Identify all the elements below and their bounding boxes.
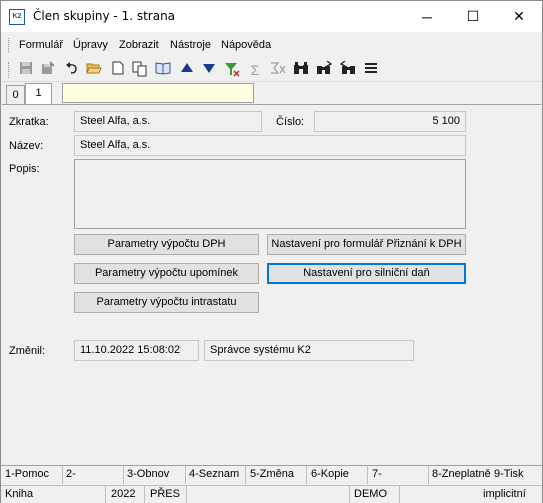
tab-caption-input[interactable] xyxy=(62,83,254,103)
status-separator xyxy=(399,486,400,503)
fkey-1[interactable]: 1-Pomoc xyxy=(5,468,49,480)
silnicni-dan-button[interactable]: Nastavení pro silniční daň xyxy=(267,263,466,284)
parametry-upominek-button[interactable]: Parametry výpočtu upomínek xyxy=(74,263,259,284)
sum-icon[interactable]: Σ xyxy=(246,61,264,79)
status-db: DEMO xyxy=(354,488,387,500)
filter-icon[interactable] xyxy=(223,61,241,79)
nazev-label: Název: xyxy=(9,140,44,152)
fkey-separator xyxy=(185,466,186,484)
status-year: 2022 xyxy=(111,488,136,500)
app-icon: K2 xyxy=(9,9,25,25)
zmenil-user-field: Správce systému K2 xyxy=(204,340,414,361)
menu-icon[interactable] xyxy=(362,61,380,79)
cislo-label: Číslo: xyxy=(276,116,305,128)
binoculars-icon[interactable] xyxy=(292,61,310,79)
status-separator xyxy=(144,486,145,503)
copy-icon[interactable] xyxy=(131,61,149,79)
zmenil-date-field: 11.10.2022 15:08:02 xyxy=(74,340,199,361)
window-title: Člen skupiny - 1. strana xyxy=(33,9,176,23)
fkey-separator xyxy=(62,466,63,484)
formula-icon[interactable] xyxy=(269,61,287,79)
fkey-separator xyxy=(367,466,368,484)
menu-nastroje[interactable]: Nástroje xyxy=(170,39,211,51)
menu-upravy[interactable]: Úpravy xyxy=(73,39,108,51)
open-folder-icon[interactable] xyxy=(85,61,103,79)
nazev-field[interactable]: Steel Alfa, a.s. xyxy=(74,135,466,156)
save-as-icon[interactable] xyxy=(39,61,57,79)
binoculars-back-icon[interactable] xyxy=(339,60,357,79)
menu-zobrazit[interactable]: Zobrazit xyxy=(119,39,159,51)
status-book: Kniha xyxy=(5,488,34,500)
parametry-dph-button[interactable]: Parametry výpočtu DPH xyxy=(74,234,259,255)
undo-icon[interactable] xyxy=(63,61,81,79)
zkratka-label: Zkratka: xyxy=(9,116,49,128)
zmenil-label: Změnil: xyxy=(9,345,46,357)
book-icon[interactable] xyxy=(154,61,172,79)
new-icon[interactable] xyxy=(109,61,127,79)
arrow-up-icon[interactable] xyxy=(178,61,196,79)
maximize-button[interactable]: ☐ xyxy=(450,1,496,32)
fkey-2[interactable]: 2- xyxy=(66,468,76,480)
toolbar-grip xyxy=(8,62,11,78)
zkratka-field[interactable]: Steel Alfa, a.s. xyxy=(74,111,262,132)
fkey-4[interactable]: 4-Seznam xyxy=(189,468,239,480)
save-icon[interactable] xyxy=(17,61,35,79)
status-separator xyxy=(349,486,350,503)
binoculars-next-icon[interactable] xyxy=(315,60,333,79)
parametry-intrastatu-button[interactable]: Parametry výpočtu intrastatu xyxy=(74,292,259,313)
status-bar xyxy=(1,485,542,503)
fkey-6[interactable]: 6-Kopie xyxy=(311,468,349,480)
tab-0[interactable]: 0 xyxy=(6,85,25,105)
fkey-separator xyxy=(306,466,307,484)
fkey-9[interactable]: 9-Tisk xyxy=(494,468,524,480)
popis-label: Popis: xyxy=(9,163,40,175)
status-separator xyxy=(105,486,106,503)
tab-1[interactable]: 1 xyxy=(25,83,52,105)
menu-napoveda[interactable]: Nápověda xyxy=(221,39,271,51)
window: K2 Člen skupiny - 1. strana ─ ☐ ✕ Formul… xyxy=(0,0,543,503)
status-separator xyxy=(186,486,187,503)
status-implicit: implicitní xyxy=(483,488,526,500)
priznani-dph-button[interactable]: Nastavení pro formulář Přiznání k DPH xyxy=(267,234,466,255)
close-button[interactable]: ✕ xyxy=(496,1,542,32)
fkey-separator xyxy=(428,466,429,484)
status-mode: PŘES xyxy=(150,488,180,500)
menu-formular[interactable]: Formulář xyxy=(19,39,63,51)
fkey-3[interactable]: 3-Obnov xyxy=(127,468,169,480)
fkey-7[interactable]: 7- xyxy=(372,468,382,480)
cislo-field[interactable]: 5 100 xyxy=(314,111,466,132)
menu-grip xyxy=(8,38,11,53)
arrow-down-icon[interactable] xyxy=(200,61,218,79)
fkey-5[interactable]: 5-Změna xyxy=(250,468,294,480)
fkey-separator xyxy=(245,466,246,484)
popis-field[interactable] xyxy=(74,159,466,229)
minimize-button[interactable]: ─ xyxy=(404,1,450,32)
fkey-8[interactable]: 8-Zneplatně xyxy=(432,468,491,480)
fkey-separator xyxy=(123,466,124,484)
